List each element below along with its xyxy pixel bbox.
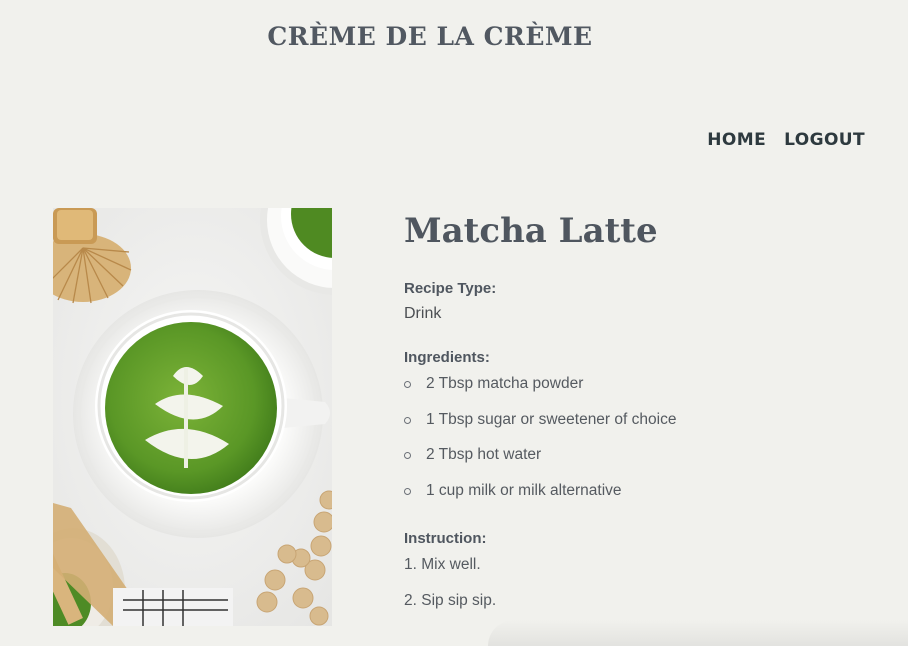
- ingredient-text: 1 Tbsp sugar or sweetener of choice: [426, 410, 677, 428]
- nav-logout-link[interactable]: LOGOUT: [784, 130, 865, 150]
- circle-bullet-icon: [404, 416, 411, 424]
- circle-bullet-icon: [404, 381, 411, 388]
- recipe-photo: [53, 208, 332, 626]
- circle-bullet-icon: [404, 452, 411, 459]
- instructions-list: 1. Mix well. 2. Sip sip sip.: [404, 557, 864, 628]
- scroll-shadow: [488, 620, 908, 646]
- ingredient-item: 1 Tbsp sugar or sweetener of choice: [404, 410, 864, 448]
- ingredient-text: 2 Tbsp hot water: [426, 446, 542, 463]
- instruction-step: 1. Mix well.: [404, 556, 481, 573]
- ingredient-text: 2 Tbsp matcha powder: [426, 375, 584, 392]
- recipe-type-label: Recipe Type:: [404, 280, 497, 297]
- circle-bullet-icon: [404, 487, 411, 495]
- ingredient-item: 2 Tbsp hot water: [404, 447, 864, 483]
- instruction-label: Instruction:: [404, 530, 487, 547]
- recipe-details: Matcha Latte Recipe Type: Drink Ingredie…: [404, 208, 864, 628]
- ingredient-item: 1 cup milk or milk alternative: [404, 481, 864, 519]
- ingredient-text: 1 cup milk or milk alternative: [426, 481, 622, 499]
- main-nav: HOME LOGOUT: [707, 130, 865, 150]
- nav-home-link[interactable]: HOME: [707, 130, 766, 150]
- ingredient-item: 2 Tbsp matcha powder: [404, 376, 864, 412]
- recipe-title: Matcha Latte: [404, 211, 658, 251]
- matcha-latte-illustration: [53, 208, 332, 626]
- ingredients-label: Ingredients:: [404, 349, 490, 366]
- ingredients-list: 2 Tbsp matcha powder 1 Tbsp sugar or swe…: [404, 376, 864, 518]
- site-title: CRÈME DE LA CRÈME: [267, 22, 593, 51]
- recipe-type-value: Drink: [404, 305, 442, 322]
